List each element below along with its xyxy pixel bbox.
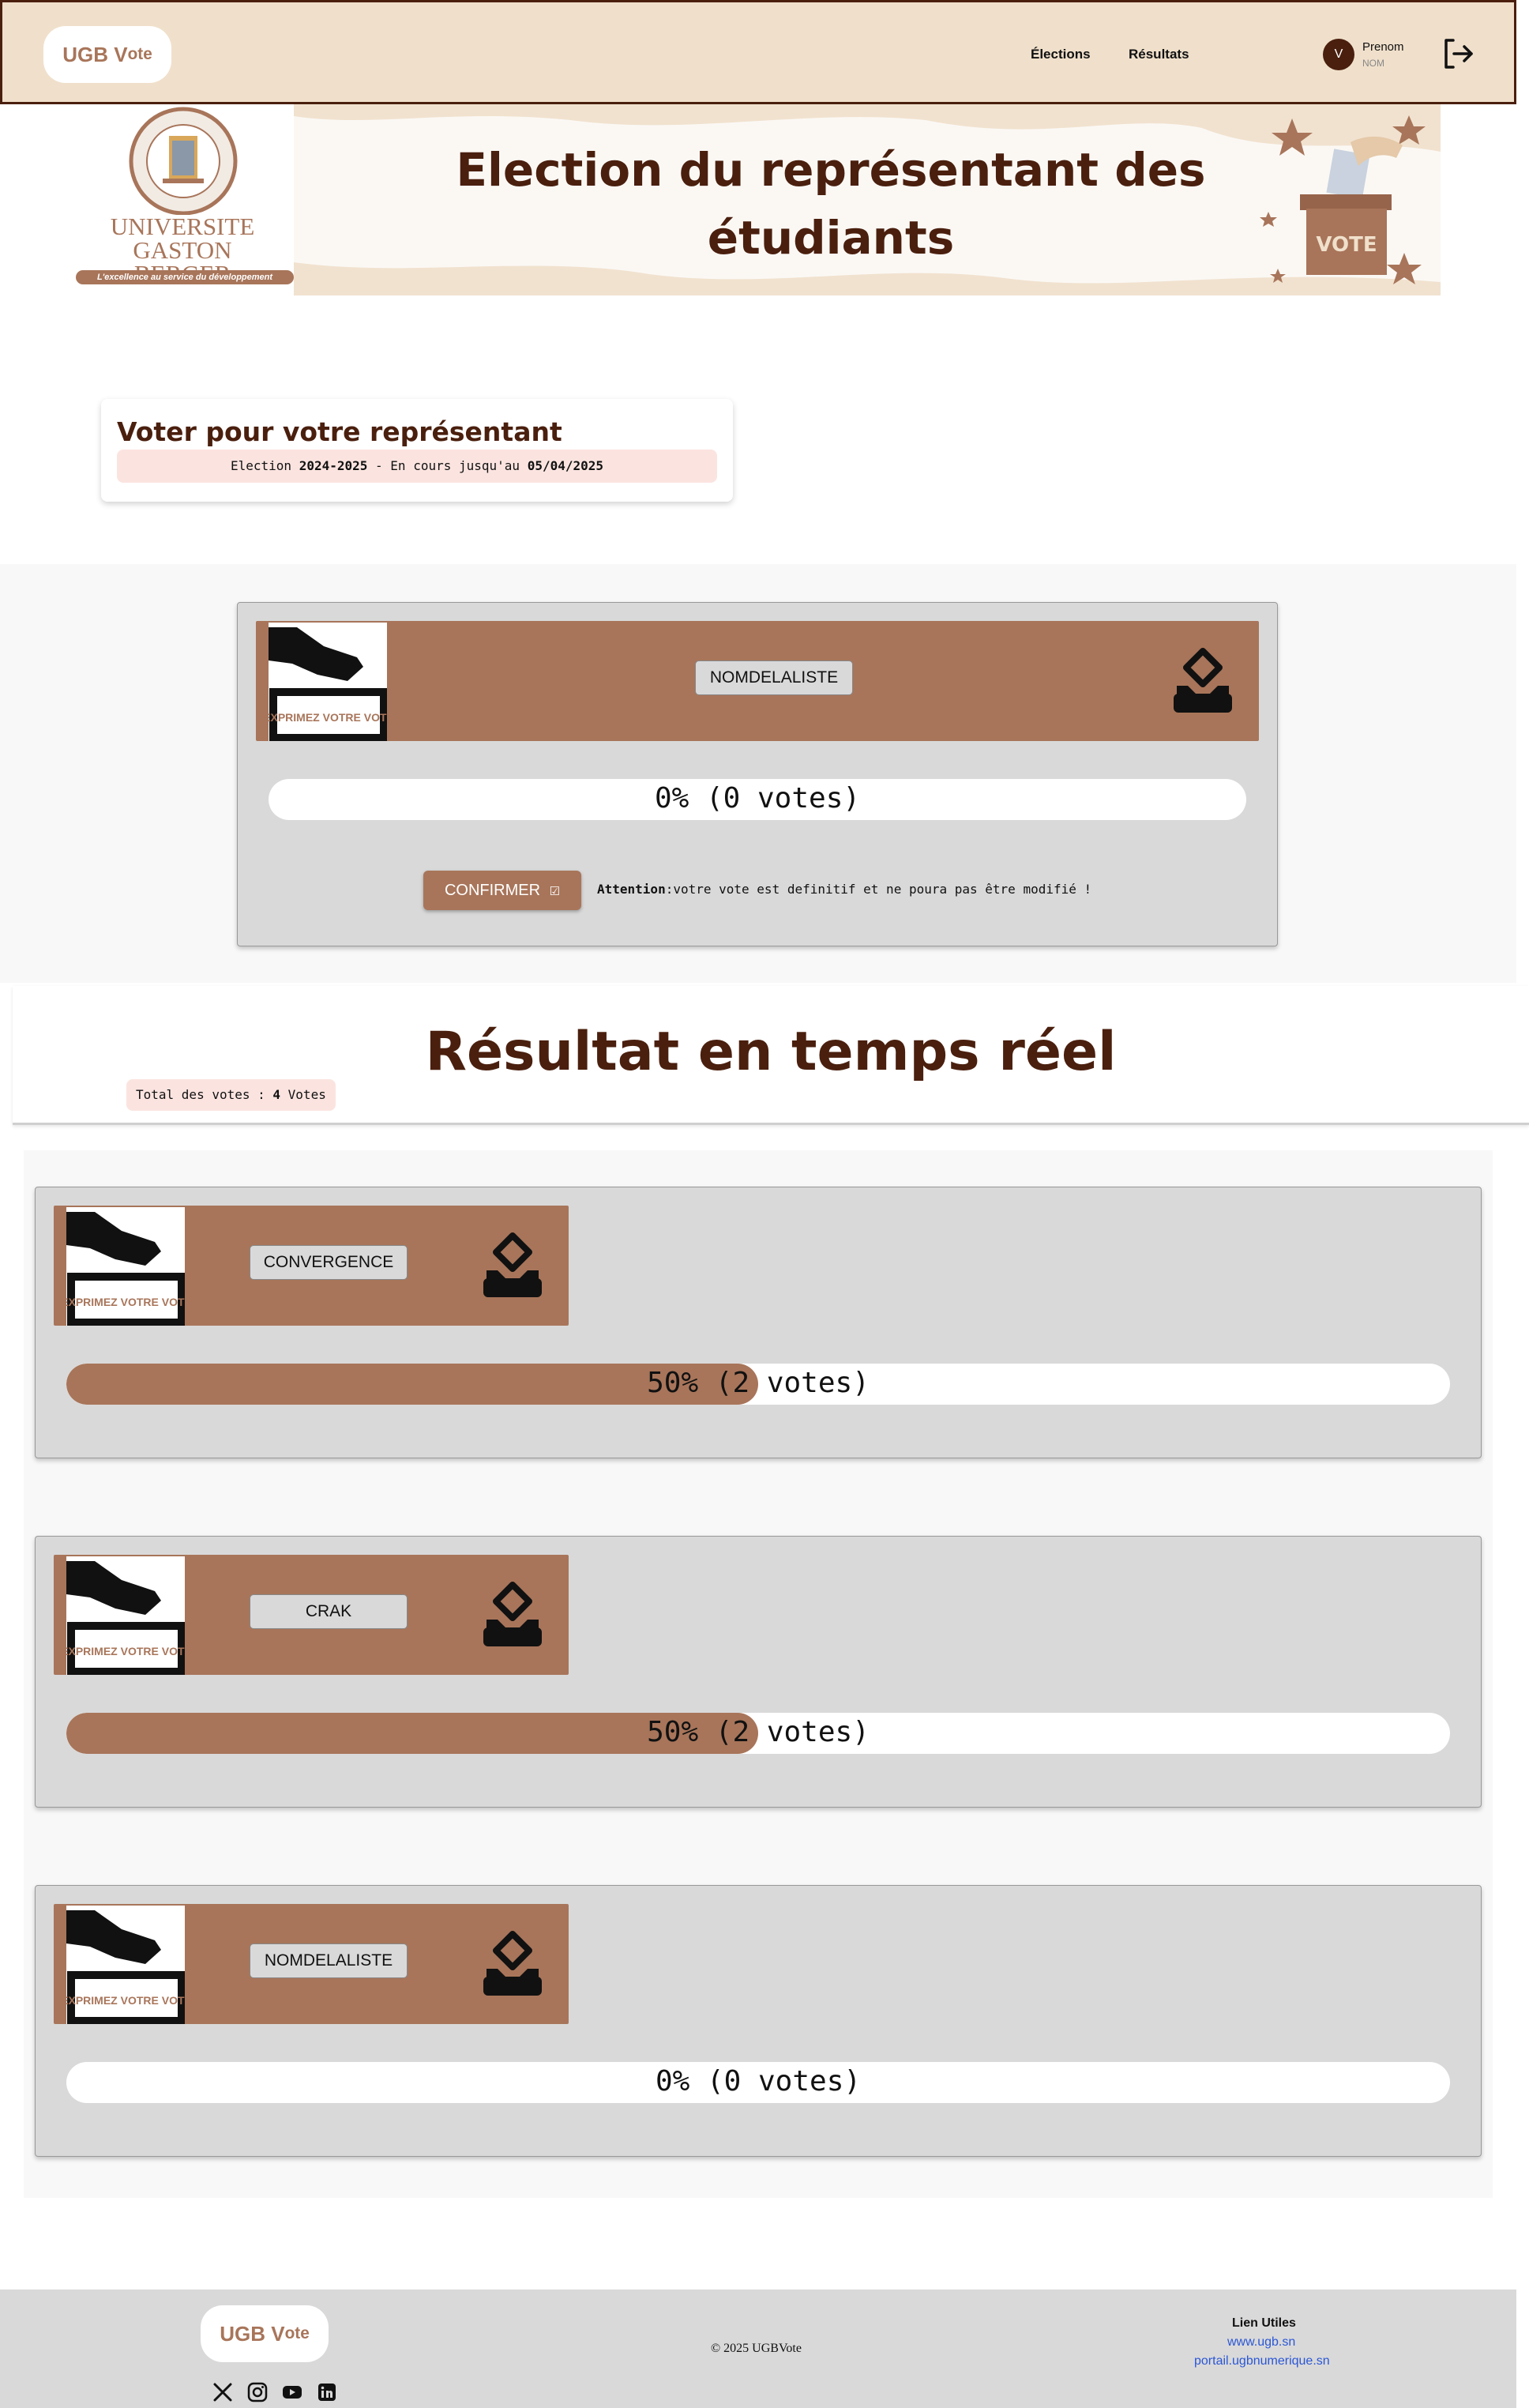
result-progress-bar: 50% (2 votes) xyxy=(66,1713,1450,1754)
brand-name-end: te xyxy=(137,45,152,63)
university-seal-icon xyxy=(129,107,238,215)
thumb-caption: EXPRIMEZ VOTRE VOTE xyxy=(66,1645,185,1657)
thumb-caption: EXPRIMEZ VOTRE VOTE xyxy=(66,1296,185,1308)
top-navbar: UGB Vo te Élections Résultats V Prenom NO… xyxy=(0,0,1516,104)
user-last-name: NOM xyxy=(1362,58,1384,69)
instagram-icon[interactable] xyxy=(246,2381,269,2403)
nav-elections-link[interactable]: Élections xyxy=(1031,47,1091,62)
ballot-progress-bar: 0% (0 votes) xyxy=(269,779,1246,820)
result-progress-bar: 50% (2 votes) xyxy=(66,1364,1450,1405)
footer-brand-main: UGB V xyxy=(220,2321,285,2346)
thumb-caption: EXPRIMEZ VOTRE VOTE xyxy=(66,1994,185,2007)
election-title: Election du représentant des étudiants xyxy=(456,143,1206,265)
footer-brand-logo[interactable]: UGB Vo te xyxy=(201,2305,329,2362)
vote-card-title: Voter pour votre représentant xyxy=(117,416,562,447)
results-title: Résultat en temps réel xyxy=(425,1021,1117,1083)
ballot-hand-icon: EXPRIMEZ VOTRE VOTE xyxy=(66,1561,185,1675)
user-avatar[interactable]: V xyxy=(1323,39,1354,70)
attention-text: :votre vote est definitif et ne poura pa… xyxy=(665,882,1092,897)
result-progress-bar: 0% (0 votes) xyxy=(66,2062,1450,2103)
total-votes-badge: Total des votes : 4 Votes xyxy=(126,1079,336,1111)
vote-warning: Attention:votre vote est definitif et ne… xyxy=(597,882,1091,897)
hero-banner: UNIVERSITE GASTON BERGER L'excellence au… xyxy=(73,104,1441,295)
election-prefix: Election xyxy=(230,458,299,473)
ugb-link[interactable]: www.ugb.sn xyxy=(1227,2335,1295,2350)
youtube-icon[interactable] xyxy=(281,2381,303,2403)
university-logo-block: UNIVERSITE GASTON BERGER L'excellence au… xyxy=(73,104,294,295)
total-suffix: Votes xyxy=(280,1087,326,1102)
confirm-label: CONFIRMER xyxy=(444,882,541,899)
x-icon[interactable] xyxy=(212,2381,234,2403)
useful-links-title: Lien Utiles xyxy=(1232,2316,1296,2330)
ballot-hand-icon: EXPRIMEZ VOTRE VOTE xyxy=(66,1910,185,2024)
nav-results-link[interactable]: Résultats xyxy=(1129,47,1189,62)
ballot-list-name: NOMDELALISTE xyxy=(695,660,853,695)
brand-name-main: UGB V xyxy=(62,42,128,66)
election-middle: - En cours jusqu'au xyxy=(367,458,528,473)
footer: UGB Vo te © 2025 UGBVote Lien Utiles www.… xyxy=(0,2289,1516,2408)
ballot-box-icon xyxy=(483,1582,542,1646)
result-list-thumbnail: EXPRIMEZ VOTRE VOTE xyxy=(66,1207,185,1326)
ballot-hand-icon: EXPRIMEZ VOTRE VOTE xyxy=(66,1212,185,1326)
ballot-box-icon xyxy=(1174,648,1232,713)
footer-brand-o: o xyxy=(284,2324,295,2342)
ballot-box-label: VOTE xyxy=(1316,233,1377,257)
thumb-caption: EXPRIMEZ VOTRE VOTE xyxy=(269,711,387,724)
result-list-name: CONVERGENCE xyxy=(250,1245,408,1280)
result-list-thumbnail: EXPRIMEZ VOTRE VOTE xyxy=(66,1556,185,1675)
result-progress-text: 50% (2 votes) xyxy=(647,1716,870,1748)
attention-label: Attention xyxy=(597,882,666,897)
total-prefix: Total des votes : xyxy=(136,1087,273,1102)
election-end-date: 05/04/2025 xyxy=(527,458,604,473)
result-progress-text: 50% (2 votes) xyxy=(647,1367,870,1399)
brand-logo[interactable]: UGB Vo te xyxy=(43,26,171,83)
user-first-name: Prenom xyxy=(1362,40,1404,54)
election-status-badge: Election 2024-2025 - En cours jusqu'au 0… xyxy=(117,450,717,483)
brand-name-o: o xyxy=(127,45,138,63)
ballot-list-thumbnail: EXPRIMEZ VOTRE VOTE xyxy=(269,623,387,741)
vote-instructions-card: Voter pour votre représentant Election 2… xyxy=(101,399,733,502)
ballot-box-illustration-icon: VOTE xyxy=(1260,115,1426,284)
ballot-box-icon xyxy=(483,1931,542,1996)
ballot-progress-text: 0% (0 votes) xyxy=(654,782,861,815)
checkbox-check-icon: ☑ xyxy=(549,885,561,898)
portail-link[interactable]: portail.ugbnumerique.sn xyxy=(1194,2354,1330,2368)
confirm-vote-button[interactable]: CONFIRMER ☑ xyxy=(423,871,581,910)
ballot-hand-icon: EXPRIMEZ VOTRE VOTE xyxy=(269,627,387,741)
total-count: 4 xyxy=(272,1087,281,1102)
footer-brand-end: te xyxy=(295,2324,310,2342)
logout-icon[interactable] xyxy=(1440,36,1476,72)
election-year: 2024-2025 xyxy=(299,458,368,473)
result-list-name: NOMDELALISTE xyxy=(250,1943,408,1978)
result-list-name: CRAK xyxy=(250,1594,408,1629)
result-list-thumbnail: EXPRIMEZ VOTRE VOTE xyxy=(66,1906,185,2024)
result-progress-text: 0% (0 votes) xyxy=(655,2065,862,2098)
university-tagline: L'excellence au service du développement xyxy=(76,270,294,284)
copyright-text: © 2025 UGBVote xyxy=(711,2342,802,2355)
results-header: Résultat en temps réel Total des votes :… xyxy=(13,986,1529,1125)
ballot-box-icon xyxy=(483,1232,542,1297)
linkedin-icon[interactable] xyxy=(316,2381,338,2403)
